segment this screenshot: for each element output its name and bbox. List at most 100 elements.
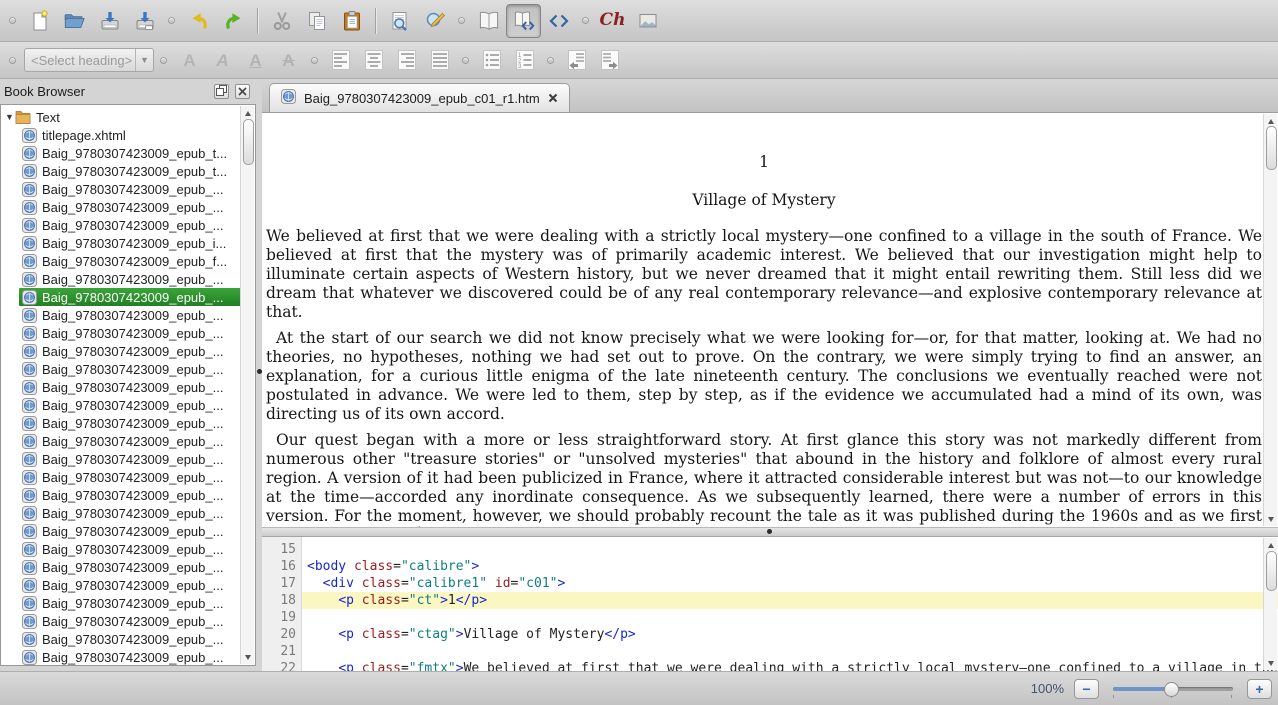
horizontal-splitter[interactable] [262, 527, 1278, 537]
tree-item[interactable]: Baig_9780307423009_epub_... [19, 468, 241, 486]
book-preview[interactable]: 1 Village of Mystery We believed at firs… [262, 113, 1278, 527]
undo-button[interactable] [181, 4, 216, 38]
tree-item-label: Baig_9780307423009_epub_... [42, 577, 224, 593]
tab-active[interactable]: Baig_9780307423009_epub_c01_r1.htm [269, 83, 570, 112]
bookview-scrollbar[interactable] [1263, 114, 1277, 526]
italic-button[interactable]: A [206, 45, 239, 75]
paste-button[interactable] [334, 4, 369, 38]
bold-button[interactable]: A [173, 45, 206, 75]
align-right-button[interactable] [390, 45, 423, 75]
tree-item[interactable]: Baig_9780307423009_epub_... [19, 288, 241, 306]
tree-item[interactable]: Baig_9780307423009_epub_... [19, 648, 241, 665]
tree-item[interactable]: Baig_9780307423009_epub_... [19, 486, 241, 504]
zoom-out-button[interactable]: − [1074, 678, 1099, 699]
insert-image-button[interactable] [630, 4, 665, 38]
float-panel-button[interactable] [214, 84, 229, 99]
tree-item[interactable]: Baig_9780307423009_epub_... [19, 504, 241, 522]
align-right-icon [396, 49, 418, 71]
close-panel-button[interactable] [235, 84, 250, 99]
cut-button[interactable] [264, 4, 299, 38]
tree-item[interactable]: Baig_9780307423009_epub_... [19, 558, 241, 576]
heading-select[interactable]: <Select heading> ▼ [24, 48, 154, 72]
open-button[interactable] [57, 4, 92, 38]
code-line[interactable]: <p class="ctag">Village of Mystery</p> [307, 626, 1278, 643]
tree-item[interactable]: Baig_9780307423009_epub_... [19, 630, 241, 648]
tree-item[interactable]: Baig_9780307423009_epub_... [19, 414, 241, 432]
tree-item[interactable]: Baig_9780307423009_epub_t... [19, 144, 241, 162]
expand-arrow-icon[interactable]: ▼ [5, 112, 15, 122]
codeview-scrollbar-thumb[interactable] [1265, 551, 1277, 591]
html-file-icon [22, 379, 37, 395]
tree-item[interactable]: Baig_9780307423009_epub_... [19, 360, 241, 378]
strikethrough-button[interactable]: A [272, 45, 305, 75]
toolbar-handle [160, 56, 167, 64]
tree-item[interactable]: Baig_9780307423009_epub_... [19, 342, 241, 360]
zoom-slider[interactable] [1109, 678, 1237, 700]
scroll-down-icon[interactable] [241, 652, 254, 662]
tree-item[interactable]: Baig_9780307423009_epub_... [19, 216, 241, 234]
code-line[interactable]: <p class="ct">1</p> [302, 592, 1278, 609]
scroll-down-icon[interactable] [1264, 514, 1277, 524]
scroll-up-icon[interactable] [1264, 540, 1277, 550]
tree-item[interactable]: Baig_9780307423009_epub_t... [19, 162, 241, 180]
copy-button[interactable] [299, 4, 334, 38]
tree-scrollbar[interactable] [240, 106, 254, 664]
underline-button[interactable]: A [239, 45, 272, 75]
book-view-button[interactable] [471, 4, 506, 38]
zoom-in-button[interactable]: + [1247, 678, 1272, 699]
tab-close-button[interactable] [548, 91, 558, 106]
special-characters-button[interactable]: Ch [595, 4, 630, 38]
align-justify-button[interactable] [423, 45, 456, 75]
code-line[interactable]: <p class="fmtx">We believed at first tha… [307, 660, 1278, 671]
code-line[interactable] [307, 643, 1278, 660]
tree-item[interactable]: Baig_9780307423009_epub_... [19, 324, 241, 342]
tree-item[interactable]: Baig_9780307423009_epub_... [19, 522, 241, 540]
numbered-list-button[interactable]: 123 [508, 45, 541, 75]
find-button[interactable] [382, 4, 417, 38]
outdent-button[interactable] [560, 45, 593, 75]
zoom-slider-thumb[interactable] [1164, 681, 1179, 697]
tree-item[interactable]: Baig_9780307423009_epub_i... [19, 234, 241, 252]
code-line[interactable] [307, 541, 1278, 558]
new-button[interactable] [22, 4, 57, 38]
tree-item[interactable]: Baig_9780307423009_epub_... [19, 378, 241, 396]
tree-item[interactable]: Baig_9780307423009_epub_... [19, 450, 241, 468]
tree-item[interactable]: Baig_9780307423009_epub_... [19, 432, 241, 450]
tree-item[interactable]: Baig_9780307423009_epub_... [19, 540, 241, 558]
align-center-button[interactable] [357, 45, 390, 75]
code-view[interactable]: 15 16 17 18 19 20 21 22 <body class="calibre"> … [262, 537, 1278, 671]
scroll-up-icon[interactable] [1264, 116, 1277, 126]
bookview-scrollbar-thumb[interactable] [1265, 126, 1277, 170]
tree-item[interactable]: Baig_9780307423009_epub_f... [19, 252, 241, 270]
tree-item[interactable]: Baig_9780307423009_epub_... [19, 396, 241, 414]
codeview-scrollbar[interactable] [1263, 538, 1277, 670]
code-view-button[interactable] [541, 4, 576, 38]
spellcheck-button[interactable] [417, 4, 452, 38]
align-left-button[interactable] [324, 45, 357, 75]
tree-item[interactable]: Baig_9780307423009_epub_... [19, 180, 241, 198]
tree-folder-text[interactable]: ▼ Text [1, 108, 255, 126]
tree-item[interactable]: titlepage.xhtml [19, 126, 241, 144]
redo-button[interactable] [216, 4, 251, 38]
save-as-button[interactable] [127, 4, 162, 38]
tree-item-label: Baig_9780307423009_epub_... [42, 595, 224, 611]
save-button[interactable] [92, 4, 127, 38]
tree-item[interactable]: Baig_9780307423009_epub_... [19, 612, 241, 630]
code-line[interactable] [307, 609, 1278, 626]
indent-button[interactable] [593, 45, 626, 75]
code-line[interactable]: <body class="calibre"> [307, 558, 1278, 575]
tree-item-label: Baig_9780307423009_epub_... [42, 181, 224, 197]
scroll-down-icon[interactable] [1264, 658, 1277, 668]
tree-scrollbar-thumb[interactable] [242, 119, 254, 165]
sigil-window: Ch <Select heading> ▼ AAAA123 Book Brows… [0, 0, 1278, 705]
tree-item[interactable]: Baig_9780307423009_epub_... [19, 198, 241, 216]
tree-item[interactable]: Baig_9780307423009_epub_... [19, 270, 241, 288]
bullet-list-button[interactable] [475, 45, 508, 75]
tree-item[interactable]: Baig_9780307423009_epub_... [19, 576, 241, 594]
code-line[interactable]: <div class="calibre1" id="c01"> [307, 575, 1278, 592]
split-view-button[interactable] [506, 3, 541, 38]
code-lines[interactable]: <body class="calibre"> <div class="calib… [302, 537, 1278, 671]
tree-item[interactable]: Baig_9780307423009_epub_... [19, 306, 241, 324]
tree-item[interactable]: Baig_9780307423009_epub_... [19, 594, 241, 612]
scroll-up-icon[interactable] [241, 108, 254, 118]
